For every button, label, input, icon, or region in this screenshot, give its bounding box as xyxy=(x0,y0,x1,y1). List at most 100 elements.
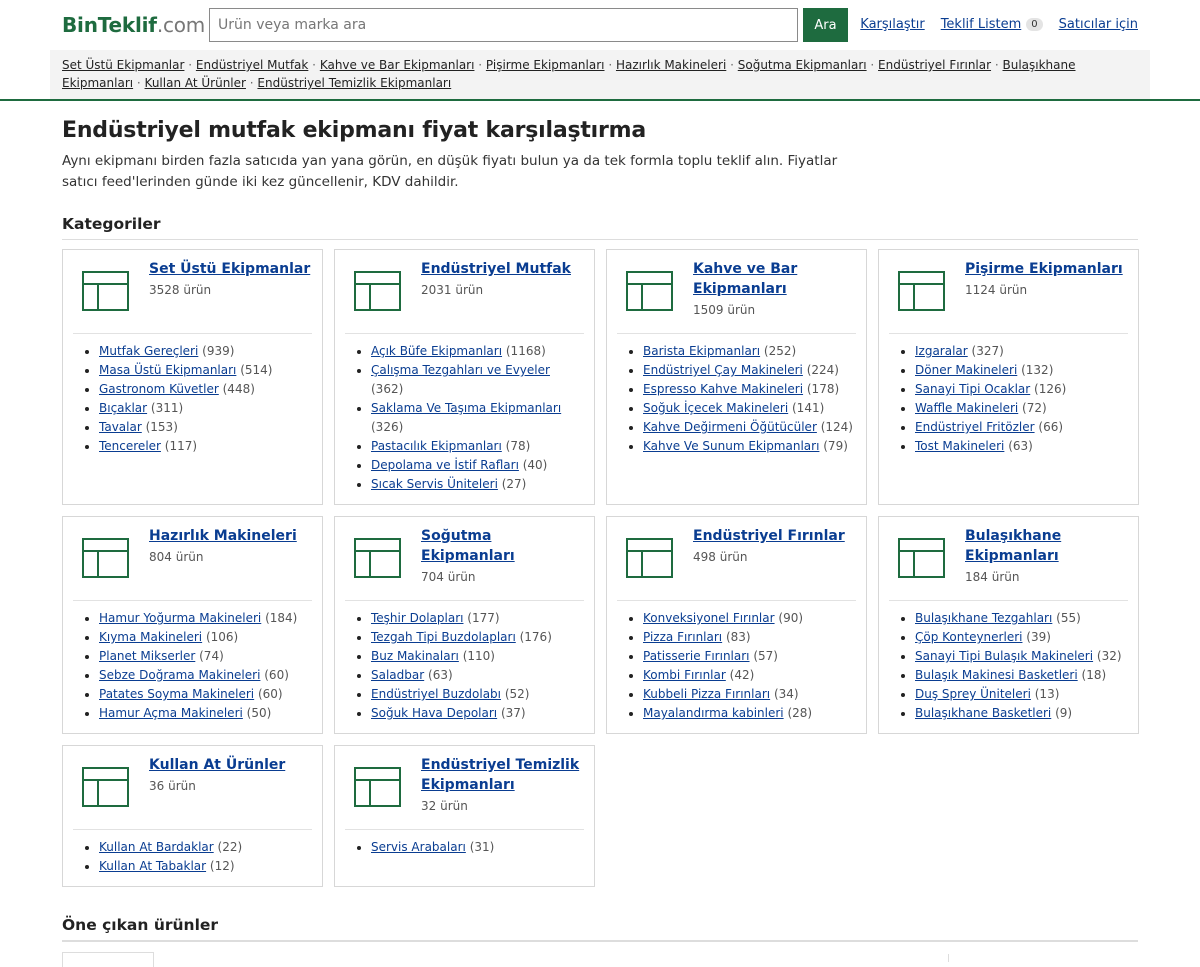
subcategory-item: Barista Ekipmanları (252) xyxy=(643,342,856,361)
subcategory-link[interactable]: Döner Makineleri xyxy=(915,363,1017,377)
category-card-header: Hazırlık Makineleri 804 ürün xyxy=(73,526,312,601)
category-title-link[interactable]: Hazırlık Makineleri xyxy=(149,526,297,546)
subcategory-link[interactable]: Tezgah Tipi Buzdolapları xyxy=(371,630,516,644)
sellers-link[interactable]: Satıcılar için xyxy=(1059,17,1138,32)
featured-list xyxy=(62,941,1138,967)
subcategory-link[interactable]: Gastronom Küvetler xyxy=(99,382,219,396)
subcategory-link[interactable]: Buz Makinaları xyxy=(371,649,459,663)
subcategory-item: Duş Sprey Üniteleri (13) xyxy=(915,685,1128,704)
site-logo[interactable]: BinTeklif.com xyxy=(62,13,205,37)
nav-link[interactable]: Kahve ve Bar Ekipmanları xyxy=(320,58,475,72)
subcategory-link[interactable]: Tost Makineleri xyxy=(915,439,1004,453)
subcategory-count: (1168) xyxy=(505,344,546,358)
subcategory-link[interactable]: Bulaşıkhane Basketleri xyxy=(915,706,1051,720)
subcategory-link[interactable]: Waffle Makineleri xyxy=(915,401,1018,415)
category-title-link[interactable]: Endüstriyel Fırınlar xyxy=(693,526,845,546)
category-title-link[interactable]: Bulaşıkhane Ekipmanları xyxy=(965,526,1128,566)
category-title-link[interactable]: Soğutma Ekipmanları xyxy=(421,526,584,566)
table-layout-icon xyxy=(82,271,129,311)
subcategory-link[interactable]: Saklama Ve Taşıma Ekipmanları xyxy=(371,401,561,415)
nav-link[interactable]: Soğutma Ekipmanları xyxy=(738,58,867,72)
subcategory-item: Izgaralar (327) xyxy=(915,342,1128,361)
category-info: Endüstriyel Fırınlar 498 ürün xyxy=(693,526,845,594)
subcategory-link[interactable]: Duş Sprey Üniteleri xyxy=(915,687,1031,701)
subcategory-link[interactable]: Bulaşıkhane Tezgahları xyxy=(915,611,1052,625)
category-title-link[interactable]: Kahve ve Bar Ekipmanları xyxy=(693,259,856,299)
subcategory-link[interactable]: Sanayi Tipi Ocaklar xyxy=(915,382,1030,396)
subcategory-count: (326) xyxy=(371,420,404,434)
nav-link[interactable]: Endüstriyel Fırınlar xyxy=(878,58,991,72)
subcategory-list: Açık Büfe Ekipmanları (1168) Çalışma Tezg… xyxy=(345,342,584,494)
subcategory-link[interactable]: Pizza Fırınları xyxy=(643,630,722,644)
subcategory-link[interactable]: Espresso Kahve Makineleri xyxy=(643,382,803,396)
subcategory-item: Teşhir Dolapları (177) xyxy=(371,609,584,628)
subcategory-link[interactable]: Patisserie Fırınları xyxy=(643,649,750,663)
subcategory-item: Sanayi Tipi Ocaklar (126) xyxy=(915,380,1128,399)
nav-link[interactable]: Pişirme Ekipmanları xyxy=(486,58,605,72)
subcategory-count: (79) xyxy=(823,439,848,453)
subcategory-link[interactable]: Barista Ekipmanları xyxy=(643,344,760,358)
subcategory-link[interactable]: Servis Arabaları xyxy=(371,840,466,854)
compare-link[interactable]: Karşılaştır xyxy=(860,17,924,32)
subcategory-link[interactable]: Bıçaklar xyxy=(99,401,147,415)
subcategory-link[interactable]: Hamur Yoğurma Makineleri xyxy=(99,611,261,625)
subcategory-link[interactable]: Soğuk İçecek Makineleri xyxy=(643,401,788,415)
subcategory-link[interactable]: Patates Soyma Makineleri xyxy=(99,687,254,701)
subcategory-link[interactable]: Endüstriyel Fritözler xyxy=(915,420,1035,434)
subcategory-link[interactable]: Masa Üstü Ekipmanları xyxy=(99,363,236,377)
subcategory-link[interactable]: Planet Mikserler xyxy=(99,649,195,663)
subcategory-link[interactable]: Hamur Açma Makineleri xyxy=(99,706,243,720)
nav-link[interactable]: Kullan At Ürünler xyxy=(145,76,246,90)
nav-link[interactable]: Hazırlık Makineleri xyxy=(616,58,726,72)
category-card-header: Set Üstü Ekipmanlar 3528 ürün xyxy=(73,259,312,334)
subcategory-link[interactable]: Teşhir Dolapları xyxy=(371,611,463,625)
product-image-placeholder[interactable] xyxy=(62,952,154,967)
subcategory-link[interactable]: Izgaralar xyxy=(915,344,968,358)
subcategory-link[interactable]: Çöp Konteynerleri xyxy=(915,630,1022,644)
nav-link[interactable]: Set Üstü Ekipmanlar xyxy=(62,58,184,72)
page-title: Endüstriyel mutfak ekipmanı fiyat karşıl… xyxy=(62,118,647,143)
quote-list-link[interactable]: Teklif Listem 0 xyxy=(941,17,1043,32)
search-input[interactable] xyxy=(209,8,798,42)
category-title-link[interactable]: Endüstriyel Temizlik Ekipmanları xyxy=(421,755,584,795)
subcategory-link[interactable]: Sıcak Servis Üniteleri xyxy=(371,477,498,491)
subcategory-count: (32) xyxy=(1096,649,1122,663)
category-title-link[interactable]: Kullan At Ürünler xyxy=(149,755,285,775)
subcategory-link[interactable]: Kahve Değirmeni Öğütücüler xyxy=(643,420,817,434)
subcategory-link[interactable]: Pastacılık Ekipmanları xyxy=(371,439,502,453)
subcategory-link[interactable]: Kombi Fırınlar xyxy=(643,668,726,682)
subcategory-count: (110) xyxy=(462,649,495,663)
category-title-link[interactable]: Set Üstü Ekipmanlar xyxy=(149,259,310,279)
subcategory-link[interactable]: Saladbar xyxy=(371,668,424,682)
nav-link[interactable]: Endüstriyel Mutfak xyxy=(196,58,308,72)
nav-link[interactable]: Endüstriyel Temizlik Ekipmanları xyxy=(257,76,451,90)
subcategory-link[interactable]: Sanayi Tipi Bulaşık Makineleri xyxy=(915,649,1093,663)
subcategory-item: Endüstriyel Buzdolabı (52) xyxy=(371,685,584,704)
subcategory-link[interactable]: Konveksiyonel Fırınlar xyxy=(643,611,775,625)
table-layout-icon xyxy=(354,271,401,311)
subcategory-link[interactable]: Sebze Doğrama Makineleri xyxy=(99,668,260,682)
category-title-link[interactable]: Endüstriyel Mutfak xyxy=(421,259,571,279)
subcategory-link[interactable]: Kullan At Bardaklar xyxy=(99,840,214,854)
subcategory-item: Kıyma Makineleri (106) xyxy=(99,628,312,647)
subcategory-link[interactable]: Mayalandırma kabinleri xyxy=(643,706,784,720)
subcategory-link[interactable]: Soğuk Hava Depoları xyxy=(371,706,497,720)
subcategory-link[interactable]: Tavalar xyxy=(99,420,142,434)
subcategory-link[interactable]: Tencereler xyxy=(99,439,161,453)
subcategory-link[interactable]: Endüstriyel Buzdolabı xyxy=(371,687,501,701)
category-info: Bulaşıkhane Ekipmanları 184 ürün xyxy=(965,526,1128,594)
subcategory-link[interactable]: Kıyma Makineleri xyxy=(99,630,202,644)
subcategory-link[interactable]: Depolama ve İstif Rafları xyxy=(371,458,519,472)
category-info: Hazırlık Makineleri 804 ürün xyxy=(149,526,297,594)
subcategory-link[interactable]: Çalışma Tezgahları ve Evyeler xyxy=(371,363,550,377)
subcategory-link[interactable]: Endüstriyel Çay Makineleri xyxy=(643,363,803,377)
subcategory-link[interactable]: Bulaşık Makinesi Basketleri xyxy=(915,668,1078,682)
subcategory-link[interactable]: Kahve Ve Sunum Ekipmanları xyxy=(643,439,819,453)
search-button[interactable]: Ara xyxy=(803,8,848,42)
subcategory-count: (78) xyxy=(505,439,531,453)
subcategory-link[interactable]: Kullan At Tabaklar xyxy=(99,859,206,873)
category-title-link[interactable]: Pişirme Ekipmanları xyxy=(965,259,1123,279)
subcategory-link[interactable]: Açık Büfe Ekipmanları xyxy=(371,344,502,358)
subcategory-link[interactable]: Kubbeli Pizza Fırınları xyxy=(643,687,770,701)
subcategory-link[interactable]: Mutfak Gereçleri xyxy=(99,344,198,358)
